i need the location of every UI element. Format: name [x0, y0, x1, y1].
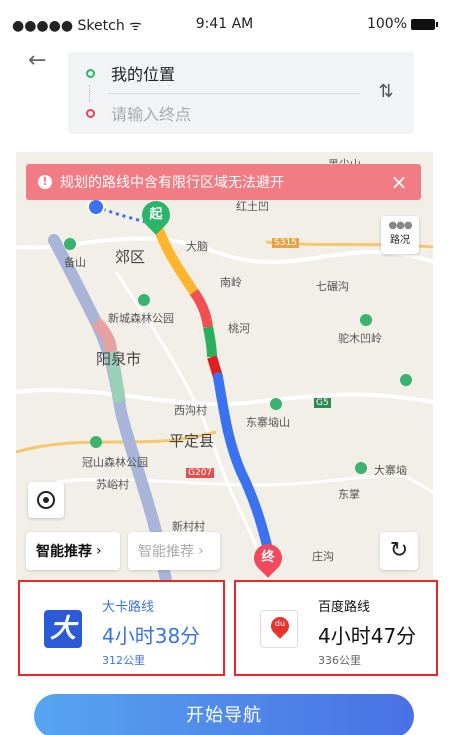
map-label: 新城森林公园 [108, 312, 174, 325]
locate-icon[interactable] [28, 482, 64, 518]
map-label: 东寨垴山 [246, 416, 290, 429]
main-route-segment [203, 326, 217, 358]
map-label: 红土凹 [236, 200, 269, 213]
battery-indicator: 100% [366, 16, 438, 32]
restriction-alert: ! 规划的路线中含有限行区域无法避开 × [26, 164, 421, 200]
chevron-right-icon: › [198, 543, 204, 559]
start-navigation-button[interactable]: 开始导航 [34, 694, 414, 735]
map-background [16, 152, 433, 580]
map-canvas [16, 152, 433, 580]
map-label: 东掌 [338, 488, 360, 501]
smart-recommend-label: 智能推荐 [138, 544, 194, 560]
origin-text: 我的位置 [111, 65, 176, 84]
battery-icon [411, 18, 438, 30]
map-label: 南岭 [220, 276, 242, 289]
road-badge: S315 [272, 238, 299, 248]
map-label: 苏峪村 [96, 478, 129, 491]
destination-dot-icon [86, 108, 95, 118]
alert-text: 规划的路线中含有限行区域无法避开 [60, 175, 284, 191]
map-label: 阳泉市 [96, 350, 142, 368]
du-glyph: du [274, 619, 286, 628]
route-duration: 4小时47分 [318, 624, 417, 648]
map-label: 桃河 [228, 322, 250, 335]
route-option-baidu[interactable]: du 百度路线 4小时47分 336公里 [234, 580, 438, 676]
route-duration: 4小时38分 [102, 624, 201, 648]
battery-percent: 100% [366, 16, 407, 32]
map-label: 平定县 [169, 432, 215, 450]
daka-logo-icon: 大 [44, 610, 82, 648]
map-label: 大寨垴 [374, 464, 407, 477]
refresh-icon[interactable]: ↻ [380, 532, 418, 570]
destination-field[interactable]: 请输入终点 [86, 93, 376, 133]
baidu-map-logo-icon: du [260, 610, 298, 648]
map-label: 驼木凹岭 [338, 332, 382, 345]
chevron-right-icon: › [96, 543, 102, 559]
route-input-panel: 我的位置 请输入终点 ⇅ [68, 52, 414, 134]
route-distance: 336公里 [318, 654, 361, 667]
traffic-label: 路况 [390, 235, 410, 246]
route-name: 大卡路线 [102, 600, 155, 615]
current-location-dot [87, 198, 105, 216]
map-label: 备山 [64, 256, 86, 269]
origin-field[interactable]: 我的位置 [86, 53, 376, 93]
traffic-icon: ●●● [388, 220, 412, 231]
smart-recommend-button-secondary[interactable]: 智能推荐 › [128, 532, 220, 570]
swap-icon[interactable]: ⇅ [374, 80, 398, 104]
map-label: 西沟村 [174, 404, 207, 417]
locate-core [43, 497, 49, 503]
status-bar: ●●●●● Sketch ᯤ 9:41 AM 100% [0, 0, 449, 44]
map-view[interactable]: 郊区 阳泉市 平定县 新城森林公园 东寨垴山 驼木凹岭 冠山森林公园 大寨垴 红… [16, 152, 433, 580]
destination-placeholder: 请输入终点 [111, 105, 192, 124]
origin-dot-icon [86, 68, 95, 78]
smart-recommend-label: 智能推荐 [36, 544, 92, 560]
close-icon[interactable]: × [385, 168, 413, 196]
route-distance: 312公里 [102, 654, 145, 667]
traffic-toggle-button[interactable]: ●●● 路况 [381, 216, 419, 254]
back-arrow-icon[interactable]: ← [28, 48, 56, 73]
road-badge: G5 [314, 398, 331, 408]
end-marker: 终 [248, 538, 288, 578]
map-label: 七碾沟 [316, 280, 349, 293]
smart-recommend-button[interactable]: 智能推荐 › [26, 532, 120, 570]
start-marker-label: 起 [149, 207, 163, 222]
map-label: 郊区 [115, 248, 146, 266]
map-label: 冠山森林公园 [82, 456, 148, 469]
route-option-truck[interactable]: 大 大卡路线 4小时38分 312公里 [18, 580, 225, 676]
route-name: 百度路线 [318, 600, 371, 615]
start-marker: 起 [136, 195, 176, 235]
map-label: 庄沟 [312, 550, 334, 563]
road-badge: G207 [186, 468, 215, 478]
map-label: 大脑 [186, 240, 208, 253]
info-icon: ! [38, 175, 52, 189]
end-marker-label: 终 [261, 550, 275, 565]
